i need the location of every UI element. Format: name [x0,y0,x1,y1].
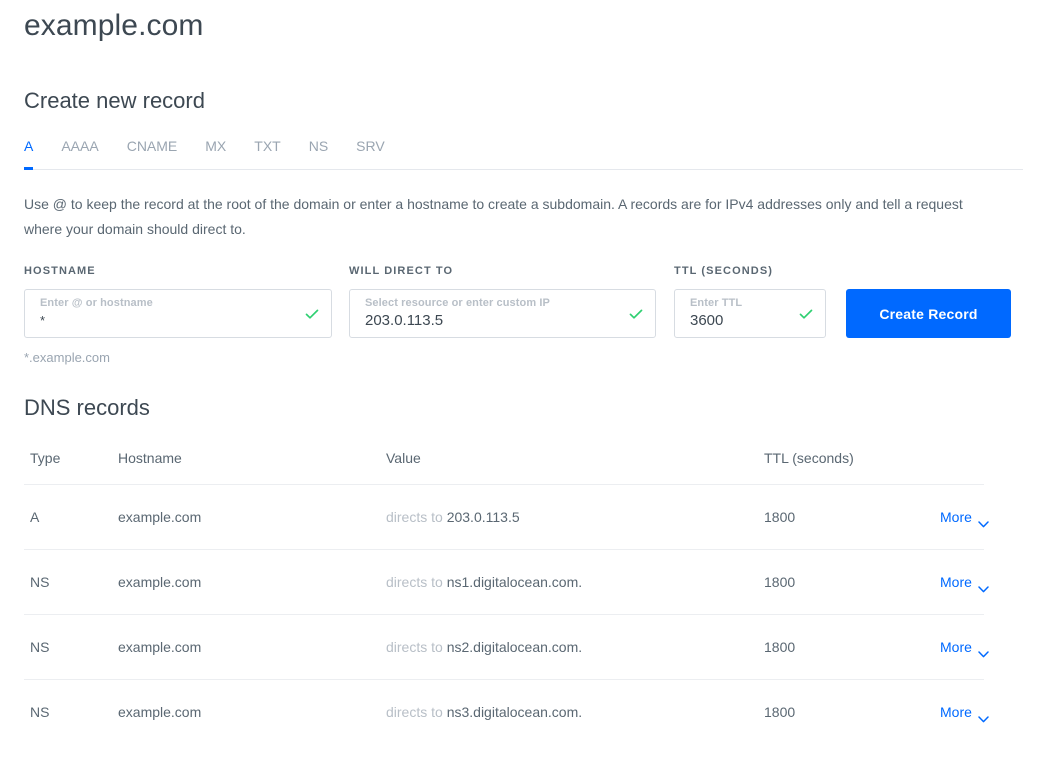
record-value: directs to 203.0.113.5 [386,508,764,526]
more-button-label: More [940,574,972,590]
record-value: directs to ns1.digitalocean.com. [386,573,764,591]
record-value: directs to ns2.digitalocean.com. [386,638,764,656]
record-ttl: 1800 [764,509,796,525]
dns-records-heading: DNS records [24,395,150,420]
tab-mx[interactable]: MX [205,137,226,169]
record-value-target: 203.0.113.5 [446,509,520,525]
record-type: A [30,509,40,525]
ttl-label: TTL (SECONDS) [674,265,774,277]
record-value-prefix: directs to [386,639,443,655]
record-type-tabs: A AAAA CNAME MX TXT NS SRV [24,137,1023,170]
record-hostname: example.com [118,639,202,655]
more-button[interactable]: More [940,638,989,657]
table-body: Aexample.com directs to 203.0.113.5 1800 Mo… [24,484,989,744]
record-type-tab-list: A AAAA CNAME MX TXT NS SRV [24,137,1023,170]
table-row: NS example.com directs to ns1.digitalocean… [24,549,989,614]
more-button-label: More [940,639,972,655]
more-button[interactable]: More [940,508,989,527]
table-row: NS example.com directs to ns2.digitalocean… [24,614,989,679]
record-hostname: example.com [118,574,202,590]
tab-a[interactable]: A [24,137,34,170]
record-value-target: ns2.digitalocean.com. [446,639,583,655]
ttl-valid-check-icon [798,306,814,322]
record-value: directs to ns3.digitalocean.com. [386,703,764,721]
column-header-hostname: Hostname [118,450,182,466]
record-ttl: 1800 [764,574,796,590]
page-title: example.com [24,9,204,42]
chevron-down-icon [978,579,989,592]
more-button[interactable]: More [940,573,989,592]
create-record-button[interactable]: Create Record [846,289,1011,338]
record-hostname: example.com [118,704,202,720]
column-header-value: Value [386,450,421,466]
tab-txt[interactable]: TXT [254,137,280,169]
create-record-heading: Create new record [24,88,205,113]
direct-to-label: WILL DIRECT TO [349,265,454,277]
hostname-input[interactable]: Enter @ or hostname * [24,289,332,338]
direct-to-input[interactable]: Select resource or enter custom IP 203.0… [349,289,656,338]
record-value-prefix: directs to [386,509,443,525]
dns-records-table: Type Hostname Value TTL (seconds) Aexample.… [24,449,989,744]
ttl-placeholder: Enter TTL [690,297,743,309]
create-record-form: HOSTNAME Enter @ or hostname * *.example… [24,264,1023,365]
record-actions: More [940,508,989,527]
record-value-prefix: directs to [386,574,443,590]
record-actions: More [940,573,989,592]
table-header-row: Type Hostname Value TTL (seconds) [24,449,984,484]
tab-cname[interactable]: CNAME [127,137,178,169]
ttl-input[interactable]: Enter TTL 3600 [674,289,826,338]
column-header-ttl: TTL (seconds) [764,450,854,466]
hostname-valid-check-icon [304,306,320,322]
ttl-value: 3600 [690,312,724,329]
dns-management-page: example.com Create new record A AAAA CNAME… [0,0,1047,764]
hostname-helper-text: *.example.com [24,350,110,365]
direct-to-field-group: WILL DIRECT TO Select resource or enter … [349,264,656,338]
hostname-placeholder: Enter @ or hostname [40,297,153,309]
direct-to-value: 203.0.113.5 [365,312,444,329]
more-button-label: More [940,509,972,525]
direct-to-placeholder: Select resource or enter custom IP [365,297,550,309]
more-button-label: More [940,704,972,720]
chevron-down-icon [978,644,989,657]
hostname-field-group: HOSTNAME Enter @ or hostname * *.example… [24,264,332,365]
record-type: NS [30,704,50,720]
record-ttl: 1800 [764,704,796,720]
record-hostname: example.com [118,509,202,525]
record-value-target: ns3.digitalocean.com. [446,704,583,720]
ttl-field-group: TTL (SECONDS) Enter TTL 3600 [674,264,826,338]
record-actions: More [940,703,989,722]
record-type: NS [30,639,50,655]
record-type: NS [30,574,50,590]
more-button[interactable]: More [940,703,989,722]
record-ttl: 1800 [764,639,796,655]
tab-aaaa[interactable]: AAAA [61,137,98,169]
hostname-label: HOSTNAME [24,265,96,277]
column-header-type: Type [30,450,61,466]
hostname-value: * [40,313,46,328]
chevron-down-icon [978,709,989,722]
tab-ns[interactable]: NS [309,137,328,169]
table-row: Aexample.com directs to 203.0.113.5 1800 Mo… [24,484,989,549]
chevron-down-icon [978,514,989,527]
record-actions: More [940,638,989,657]
direct-to-valid-check-icon [628,306,644,322]
record-value-target: ns1.digitalocean.com. [446,574,583,590]
record-type-description: Use @ to keep the record at the root of … [24,196,963,237]
tab-srv[interactable]: SRV [356,137,385,169]
record-value-prefix: directs to [386,704,443,720]
table-row: NS example.com directs to ns3.digitalocean… [24,679,989,744]
